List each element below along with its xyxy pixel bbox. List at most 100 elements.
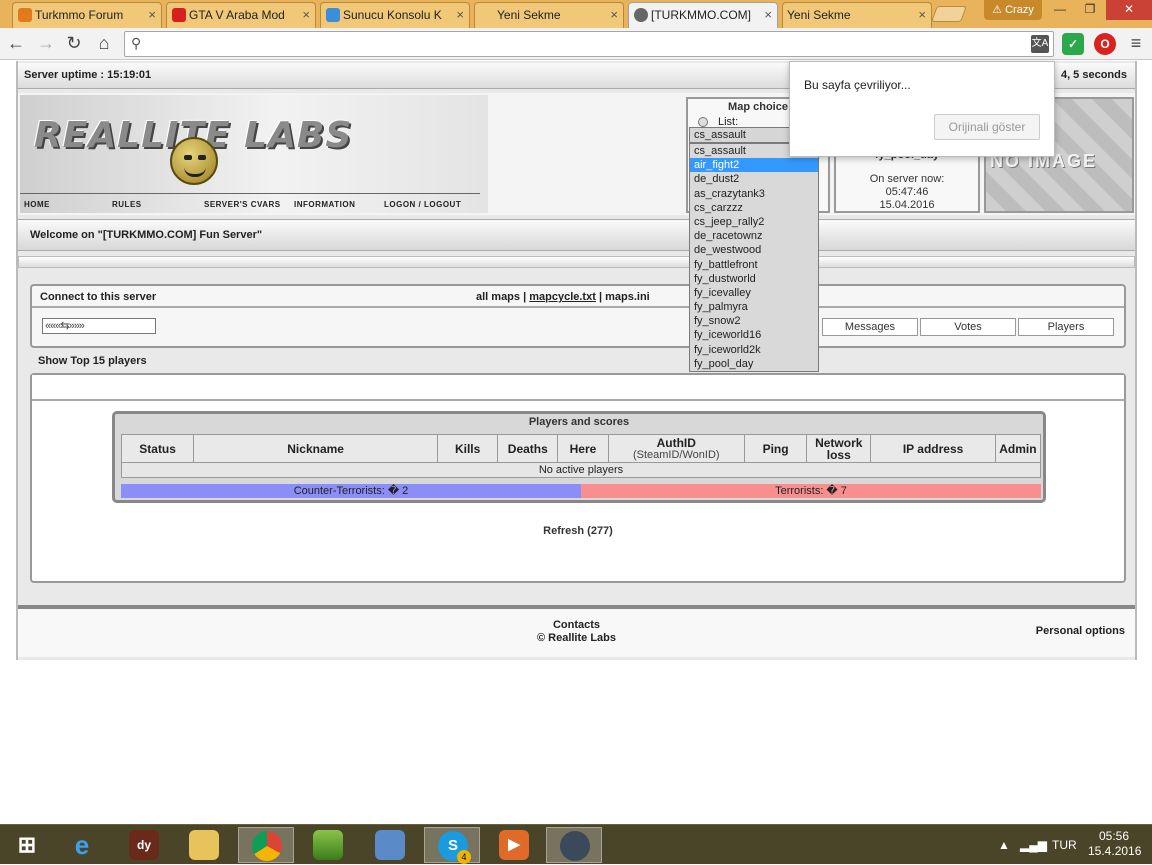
map-option[interactable]: air_fight2 (690, 158, 818, 173)
taskbar-explorer[interactable] (176, 827, 232, 863)
windows-taskbar: ⊞ e dy S 4 ▶ ▲ ▂▄▆ TUR 05:56 15.4.2016 (0, 824, 1152, 864)
menu-icon[interactable]: ≡ (1124, 32, 1148, 56)
home-icon[interactable]: ⌂ (92, 32, 116, 56)
col-status[interactable]: Status (120, 434, 195, 463)
connect-link[interactable]: Connect to this server (40, 291, 156, 303)
col-nickname[interactable]: Nickname (193, 434, 439, 463)
map-option[interactable]: de_dust2 (690, 172, 818, 186)
tab-votes[interactable]: Votes (920, 318, 1016, 336)
map-option[interactable]: de_racetownz (690, 229, 818, 243)
personal-options-link[interactable]: Personal options (1036, 625, 1125, 637)
tab-close-icon[interactable]: × (918, 3, 926, 27)
clock-date: 15.4.2016 (1088, 844, 1142, 858)
tab-close-icon[interactable]: × (148, 3, 156, 27)
menu-rules[interactable]: RULES (108, 193, 200, 213)
browser-tab-active[interactable]: [TURKMMO.COM] × (628, 2, 778, 29)
browser-tab[interactable]: Sunucu Konsolu K × (320, 2, 470, 28)
players-panel: Players and scores Status Nickname Kills… (30, 373, 1126, 583)
chrome-icon (252, 831, 282, 861)
taskbar-clock[interactable]: 05:56 15.4.2016 (1088, 829, 1142, 859)
map-option[interactable]: fy_iceworld2k (690, 343, 818, 357)
taskbar-media[interactable]: ▶ (486, 827, 542, 863)
taskbar-ie[interactable]: e (54, 827, 110, 863)
mapcycle-link[interactable]: mapcycle.txt (529, 291, 596, 303)
col-network-loss[interactable]: Network loss (806, 434, 872, 463)
map-option[interactable]: fy_dustworld (690, 272, 818, 286)
map-option[interactable]: fy_icevalley (690, 286, 818, 300)
map-option[interactable]: fy_battlefront (690, 258, 818, 272)
minimize-icon[interactable]: — (1046, 0, 1074, 20)
col-here[interactable]: Here (557, 434, 609, 463)
menu-information[interactable]: INFORMATION (290, 193, 380, 213)
taskbar-control-panel[interactable] (362, 827, 418, 863)
start-button[interactable]: ⊞ (0, 827, 50, 863)
menu-server-cvars[interactable]: SERVER'S CVARS (200, 193, 290, 213)
map-option[interactable]: cs_jeep_rally2 (690, 215, 818, 229)
taskbar-chrome[interactable] (238, 827, 294, 863)
back-icon[interactable]: ← (4, 32, 28, 56)
authid-sublabel: (SteamID/WonID) (632, 448, 720, 461)
map-option[interactable]: fy_palmyra (690, 300, 818, 314)
col-ip-address[interactable]: IP address (870, 434, 996, 463)
col-kills[interactable]: Kills (437, 434, 499, 463)
browser-tab[interactable]: GTA V Araba Mod × (166, 2, 316, 28)
restore-icon[interactable]: ❐ (1076, 0, 1104, 20)
team-bar: Counter-Terrorists: � 2 Terrorists: � 7 (121, 484, 1041, 498)
translate-icon[interactable]: 文A (1031, 35, 1049, 53)
contacts-link[interactable]: Contacts (18, 619, 1135, 632)
map-option[interactable]: fy_pool_day (690, 357, 818, 371)
list-radio[interactable] (698, 117, 708, 127)
profile-badge[interactable]: ⚠ Crazy (984, 0, 1042, 20)
forward-icon[interactable]: → (34, 32, 58, 56)
network-icon[interactable]: ▂▄▆ (1020, 825, 1047, 865)
taskbar-game[interactable]: dy (116, 827, 172, 863)
opera-extension-icon[interactable]: O (1094, 33, 1116, 55)
reload-icon[interactable]: ↻ (62, 32, 86, 56)
browser-tab[interactable]: Yeni Sekme × (474, 2, 624, 28)
map-option[interactable]: fy_snow2 (690, 314, 818, 328)
search-icon: ⚲ (131, 35, 142, 51)
map-option[interactable]: as_crazytank3 (690, 187, 818, 201)
browser-tab[interactable]: Yeni Sekme × (782, 2, 932, 28)
top15-link[interactable]: Show Top 15 players (38, 355, 147, 367)
address-bar[interactable]: ⚲ 文A (124, 31, 1054, 57)
map-option[interactable]: de_westwood (690, 243, 818, 257)
map-select-dropdown[interactable]: cs_assault cs_assault air_fight2 de_dust2 a… (689, 127, 819, 372)
maps-ini-link[interactable]: maps.ini (605, 291, 650, 303)
shield-extension-icon[interactable]: ✓ (1062, 33, 1084, 55)
col-admin[interactable]: Admin (994, 434, 1042, 463)
tab-close-icon[interactable]: × (456, 3, 464, 27)
youtube-favicon-icon (172, 8, 186, 22)
profile-name: Crazy (1005, 4, 1034, 16)
tab-messages[interactable]: Messages (822, 318, 918, 336)
server-time: 05:47:46 (885, 186, 929, 198)
language-indicator[interactable]: TUR (1052, 825, 1077, 865)
taskbar-steam[interactable] (546, 827, 602, 863)
tab-title: [TURKMMO.COM] (651, 8, 751, 22)
taskbar-bluestacks[interactable] (300, 827, 356, 863)
col-authid[interactable]: AuthID (SteamID/WonID) (607, 434, 745, 463)
show-original-button[interactable]: Orijinali göster (934, 114, 1040, 140)
menu-home[interactable]: HOME (20, 193, 108, 213)
tab-close-icon[interactable]: × (302, 3, 310, 27)
map-option[interactable]: cs_carzzz (690, 201, 818, 215)
menu-logon-logout[interactable]: LOGON / LOGOUT (380, 193, 480, 213)
control-panel-icon (375, 830, 405, 860)
close-window-icon[interactable]: ✕ (1106, 0, 1152, 20)
refresh-link[interactable]: Refresh (277) (32, 525, 1124, 537)
col-ping[interactable]: Ping (743, 434, 808, 463)
team-t-bar: Terrorists: � 7 (581, 484, 1041, 498)
browser-tab[interactable]: Turkmmo Forum × (12, 2, 162, 28)
taskbar-skype[interactable]: S 4 (424, 827, 480, 864)
tray-expand-icon[interactable]: ▲ (998, 825, 1010, 865)
globe-favicon-icon (326, 8, 340, 22)
tab-close-icon[interactable]: × (610, 3, 618, 27)
new-tab-button[interactable] (931, 6, 967, 22)
tab-close-icon[interactable]: × (764, 3, 772, 27)
all-maps-link[interactable]: all maps (476, 291, 520, 303)
tab-players[interactable]: Players (1018, 318, 1114, 336)
col-deaths[interactable]: Deaths (497, 434, 559, 463)
smiley-eye (198, 155, 206, 160)
map-option[interactable]: fy_iceworld16 (690, 328, 818, 342)
nav-arrows-button[interactable]: «««⇆»»» (42, 318, 156, 334)
